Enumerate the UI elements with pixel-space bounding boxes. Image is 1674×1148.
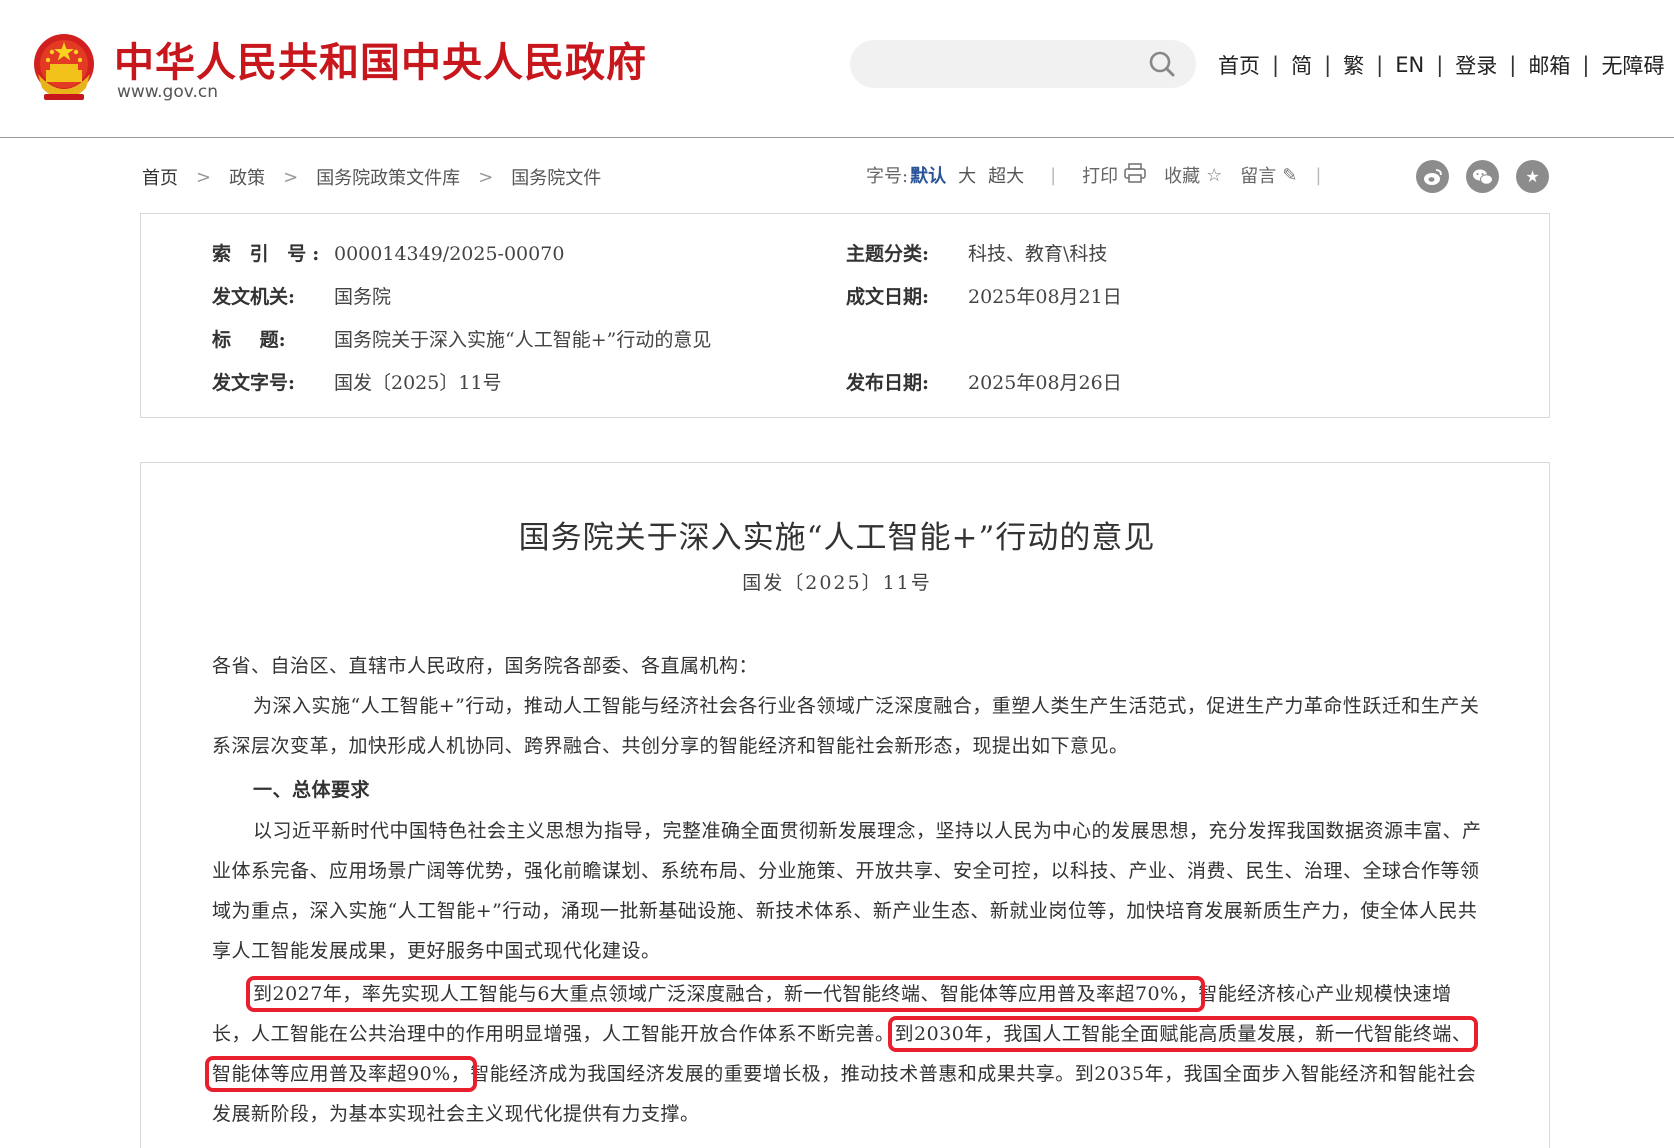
pencil-icon[interactable]: ✎ — [1282, 165, 1297, 186]
national-emblem-icon[interactable] — [30, 30, 98, 104]
info-published-value: 2025年08月26日 — [968, 372, 1122, 394]
highlight-2027-goal: 到2027年，率先实现人工智能与6大重点领域广泛深度融合，新一代智能终端、智能体… — [245, 976, 1206, 1012]
info-topic-value: 科技、教育\科技 — [968, 243, 1108, 265]
info-written-date: 成文日期: 2025年08月21日 — [846, 282, 1122, 309]
article-title: 国务院关于深入实施“人工智能+”行动的意见 — [518, 520, 1156, 556]
article-paragraph: 以习近平新时代中国特色社会主义思想为指导，完整准确全面贯彻新发展理念，坚持以人民… — [212, 820, 1482, 962]
wechat-icon[interactable] — [1466, 160, 1499, 193]
info-topic: 主题分类: 科技、教育\科技 — [846, 239, 1107, 266]
info-issuer-label: 发文机关: — [212, 286, 296, 308]
comment-button[interactable]: 留言 — [1240, 162, 1276, 188]
section-heading: 一、总体要求 — [253, 779, 371, 801]
info-docno-label: 发文字号: — [212, 372, 296, 394]
info-docno: 发文字号: 国发〔2025〕11号 — [212, 368, 502, 395]
nav-english[interactable]: EN — [1395, 53, 1424, 77]
breadcrumb-state-council-docs[interactable]: 国务院文件 — [511, 164, 601, 190]
site-url[interactable]: www.gov.cn — [117, 82, 218, 102]
search-input[interactable] — [850, 40, 1130, 88]
site-header: 中华人民共和国中央人民政府 www.gov.cn 首页 | 简 | 繁 | EN… — [0, 0, 1674, 138]
breadcrumb-home[interactable]: 首页 — [142, 164, 178, 190]
info-title: 标 题: 国务院关于深入实施“人工智能+”行动的意见 — [212, 325, 711, 352]
favorite-button[interactable]: 收藏 — [1164, 162, 1200, 188]
nav-separator: | — [1376, 53, 1384, 77]
info-index: 索 引 号: 000014349/2025-00070 — [212, 239, 564, 266]
font-size-label: 字号: — [866, 166, 909, 187]
weibo-icon[interactable] — [1416, 160, 1449, 193]
nav-home[interactable]: 首页 — [1218, 50, 1260, 80]
search-box — [850, 40, 1196, 88]
info-index-value: 000014349/2025-00070 — [334, 243, 565, 265]
nav-separator: | — [1509, 53, 1517, 77]
search-icon[interactable] — [1148, 50, 1176, 78]
chevron-right-icon: > — [196, 166, 212, 188]
chevron-right-icon: > — [283, 166, 299, 188]
font-size-xlarge-button[interactable]: 超大 — [988, 162, 1024, 188]
printer-icon[interactable] — [1124, 162, 1146, 188]
info-published-label: 发布日期: — [846, 372, 930, 394]
breadcrumb-policy[interactable]: 政策 — [229, 164, 265, 190]
site-title[interactable]: 中华人民共和国中央人民政府 — [114, 30, 647, 88]
article-salutation: 各省、自治区、直辖市人民政府，国务院各部委、各直属机构： — [212, 655, 759, 677]
star-outline-icon[interactable]: ☆ — [1206, 165, 1222, 186]
nav-login[interactable]: 登录 — [1455, 50, 1497, 80]
info-published-date: 发布日期: 2025年08月26日 — [846, 368, 1122, 395]
article-paragraph-goals: 到2027年，率先实现人工智能与6大重点领域广泛深度融合，新一代智能终端、智能体… — [204, 974, 1482, 1134]
breadcrumb: 首页 > 政策 > 国务院政策文件库 > 国务院文件 — [142, 164, 601, 190]
nav-simplified[interactable]: 简 — [1291, 50, 1312, 80]
share-bar: ★ — [1416, 160, 1566, 193]
nav-separator: | — [1272, 53, 1280, 77]
info-title-label: 标 题: — [212, 329, 286, 351]
nav-separator: | — [1582, 53, 1590, 77]
print-button[interactable]: 打印 — [1082, 162, 1118, 188]
chevron-right-icon: > — [478, 166, 494, 188]
info-title-value: 国务院关于深入实施“人工智能+”行动的意见 — [334, 329, 712, 351]
info-docno-value: 国发〔2025〕11号 — [334, 372, 502, 394]
article-doc-number: 国发〔2025〕11号 — [742, 572, 932, 594]
info-issuer-value: 国务院 — [334, 286, 392, 308]
nav-separator: | — [1436, 53, 1444, 77]
star-icon[interactable]: ★ — [1516, 160, 1549, 193]
info-written-label: 成文日期: — [846, 286, 930, 308]
nav-traditional[interactable]: 繁 — [1343, 50, 1364, 80]
nav-accessibility[interactable]: 无障碍 — [1601, 50, 1664, 80]
nav-separator: | — [1324, 53, 1332, 77]
divider: | — [1315, 164, 1322, 186]
top-nav: 首页 | 简 | 繁 | EN | 登录 | 邮箱 | 无障碍 — [1218, 50, 1664, 80]
font-size-large-button[interactable]: 大 — [958, 162, 976, 188]
info-written-value: 2025年08月21日 — [968, 286, 1122, 308]
article-tools: 字号: 默认 大 超大 | 打印 收藏 ☆ 留言 ✎ | — [866, 162, 1347, 188]
info-index-label: 索 引 号: — [212, 243, 326, 265]
article-paragraph: 为深入实施“人工智能+”行动，推动人工智能与经济社会各行业各领域广泛深度融合，重… — [212, 695, 1480, 757]
info-topic-label: 主题分类: — [846, 243, 930, 265]
info-issuer: 发文机关: 国务院 — [212, 282, 391, 309]
font-size-default-button[interactable]: 默认 — [910, 162, 946, 188]
breadcrumb-policy-library[interactable]: 国务院政策文件库 — [316, 164, 460, 190]
nav-mail[interactable]: 邮箱 — [1528, 50, 1570, 80]
divider: | — [1050, 164, 1057, 186]
